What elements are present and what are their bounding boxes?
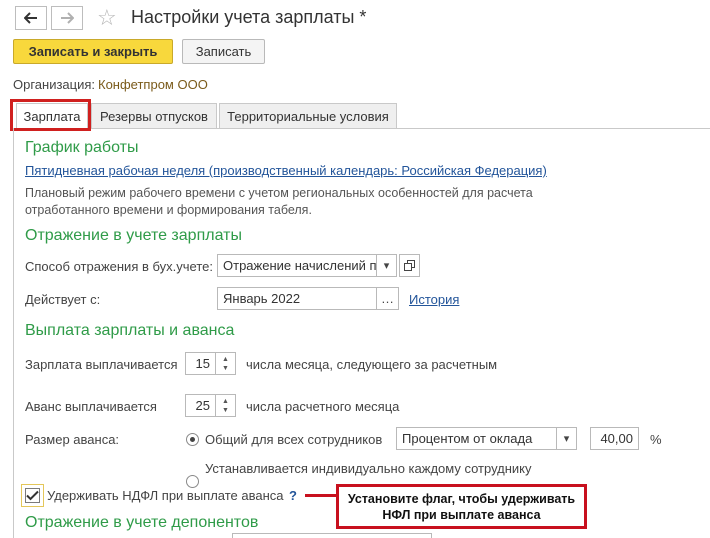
salary-day-label: Зарплата выплачивается <box>25 357 178 372</box>
page-title: Настройки учета зарплаты * <box>131 7 367 27</box>
callout-line-2: НФЛ при выплате аванса <box>382 507 541 522</box>
ndfl-help-icon[interactable]: ? <box>289 488 297 503</box>
star-icon[interactable]: ☆ <box>97 7 117 29</box>
schedule-description-2: отработанного времени и формирования таб… <box>25 203 312 217</box>
checkmark-icon <box>26 490 39 501</box>
advance-percent-input[interactable]: 40,00 <box>590 427 639 450</box>
deponents-field-partial[interactable] <box>232 533 432 538</box>
save-and-close-button[interactable]: Записать и закрыть <box>13 39 173 64</box>
advance-individual-label[interactable]: Устанавливается индивидуально каждому со… <box>205 461 532 476</box>
schedule-description-1: Плановый режим рабочего времени с учетом… <box>25 186 533 200</box>
advance-day-input[interactable]: 25 <box>185 394 216 417</box>
advance-day-label: Аванс выплачивается <box>25 399 157 414</box>
tab-vacation-reserves[interactable]: Резервы отпусков <box>91 103 217 129</box>
history-link[interactable]: История <box>409 292 459 307</box>
method-label: Способ отражения в бух.учете: <box>25 259 213 274</box>
organization-value[interactable]: Конфетпром ООО <box>98 77 208 92</box>
tab-salary-highlight <box>10 99 91 131</box>
section-payment: Выплата зарплаты и аванса <box>25 322 235 339</box>
advance-day-suffix: числа расчетного месяца <box>246 399 400 414</box>
arrow-right-icon <box>61 12 74 24</box>
salary-day-suffix: числа месяца, следующего за расчетным <box>246 357 498 372</box>
schedule-link[interactable]: Пятидневная рабочая неделя (производстве… <box>25 163 547 178</box>
open-window-icon <box>404 260 415 271</box>
advance-common-label[interactable]: Общий для всех сотрудников <box>205 432 382 447</box>
tab-territorial-conditions[interactable]: Территориальные условия <box>219 103 397 129</box>
advance-size-label: Размер аванса: <box>25 432 120 447</box>
section-schedule: График работы <box>25 139 139 156</box>
advance-day-spinner[interactable]: ▲ ▼ <box>216 394 236 417</box>
advance-individual-radio[interactable] <box>186 475 199 488</box>
method-dropdown-button[interactable]: ▾ <box>376 254 397 277</box>
back-button[interactable] <box>15 6 47 30</box>
effective-label: Действует с: <box>25 292 101 307</box>
effective-date-picker-button[interactable]: … <box>376 287 399 310</box>
instruction-callout: Установите флаг, чтобы удерживать НФЛ пр… <box>336 484 587 529</box>
advance-method-dropdown[interactable]: ▾ <box>556 427 577 450</box>
method-field[interactable]: Отражение начислений по <box>217 254 377 277</box>
panel-left-border <box>13 128 14 538</box>
advance-method-select[interactable]: Процентом от оклада <box>396 427 557 450</box>
ndfl-checkbox[interactable] <box>25 488 40 503</box>
percent-unit: % <box>650 432 662 447</box>
section-accounting: Отражение в учете зарплаты <box>25 227 242 244</box>
organization-label: Организация: <box>13 77 96 92</box>
arrow-left-icon <box>24 12 37 24</box>
callout-connector <box>305 494 336 497</box>
advance-common-radio[interactable] <box>186 433 199 446</box>
salary-day-input[interactable]: 15 <box>185 352 216 375</box>
method-open-button[interactable] <box>399 254 420 277</box>
ndfl-checkbox-label[interactable]: Удерживать НДФЛ при выплате аванса <box>47 488 284 503</box>
salary-day-spinner[interactable]: ▲ ▼ <box>216 352 236 375</box>
effective-date-field[interactable]: Январь 2022 <box>217 287 377 310</box>
save-button[interactable]: Записать <box>182 39 265 64</box>
forward-button[interactable] <box>51 6 83 30</box>
callout-line-1: Установите флаг, чтобы удерживать <box>347 491 576 506</box>
section-deponents: Отражение в учете депонентов <box>25 514 259 531</box>
